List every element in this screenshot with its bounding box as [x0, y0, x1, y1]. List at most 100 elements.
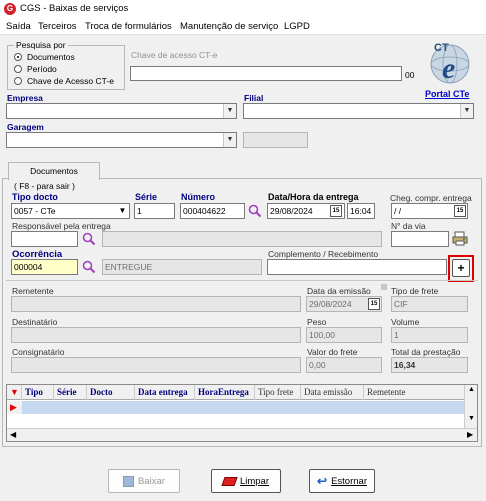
- horizontal-scrollbar[interactable]: ◀ ▶: [7, 428, 477, 441]
- data-entrega-value: 29/08/2024: [270, 206, 313, 216]
- scroll-down-icon[interactable]: ▼: [468, 415, 475, 422]
- col-tipo-frete[interactable]: Tipo frete: [255, 385, 301, 400]
- calendar-icon[interactable]: 15: [368, 298, 380, 310]
- table-row[interactable]: [22, 401, 464, 414]
- serie-label: Série: [135, 192, 158, 202]
- scroll-left-icon[interactable]: ◀: [10, 430, 16, 439]
- chave-suffix: 00: [405, 70, 415, 80]
- printer-icon[interactable]: [452, 230, 468, 246]
- total-prestacao-field: 16,34: [391, 357, 468, 373]
- scroll-right-icon[interactable]: ▶: [467, 430, 473, 439]
- radio-periodo-label: Período: [27, 64, 57, 74]
- tipo-docto-value: 0057 - CTe: [14, 206, 56, 216]
- garagem-label: Garagem: [7, 122, 44, 132]
- valor-frete-label: Valor do frete: [307, 347, 358, 357]
- save-icon: [123, 475, 135, 487]
- estornar-button[interactable]: ↩ Estornar: [309, 469, 375, 493]
- menu-saida[interactable]: Saída: [6, 21, 31, 32]
- complemento-input[interactable]: [267, 259, 447, 275]
- portal-cte-link[interactable]: Portal CTe: [425, 89, 469, 99]
- responsavel-name-field: [102, 231, 382, 247]
- empresa-select[interactable]: ▼: [6, 103, 237, 119]
- chave-acesso-label: Chave de acesso CT-e: [131, 50, 218, 60]
- radio-documentos-label: Documentos: [27, 52, 75, 62]
- search-icon[interactable]: [248, 204, 262, 218]
- calendar-icon[interactable]: 15: [330, 205, 342, 217]
- chevron-down-icon[interactable]: ▼: [116, 204, 129, 218]
- cheg-compr-label: Cheg. compr. entrega: [390, 193, 472, 203]
- limpar-button[interactable]: Limpar: [211, 469, 281, 493]
- title-bar: G CGS - Baixas de serviços: [0, 0, 486, 18]
- tipo-docto-select[interactable]: 0057 - CTe ▼: [11, 203, 130, 219]
- col-docto[interactable]: Docto: [87, 385, 135, 400]
- garagem-select[interactable]: ▼: [6, 132, 237, 148]
- complemento-label: Complemento / Recebimento: [268, 249, 379, 259]
- consignatario-label: Consignatário: [12, 347, 65, 357]
- col-hora-entrega[interactable]: HoraEntrega: [195, 385, 255, 400]
- filial-label: Filial: [244, 93, 264, 103]
- estornar-label: Estornar: [331, 475, 367, 487]
- menu-bar: Saída Terceiros Troca de formulários Man…: [0, 18, 486, 35]
- search-group-label: Pesquisa por: [14, 40, 68, 50]
- chevron-down-icon[interactable]: ▼: [223, 104, 236, 118]
- emissao-value: 29/08/2024: [309, 299, 352, 309]
- limpar-label: Limpar: [239, 475, 270, 487]
- documents-grid[interactable]: ▼ Tipo Série Docto Data entrega HoraEntr…: [6, 384, 478, 442]
- hora-entrega-input[interactable]: 16:04: [347, 203, 375, 219]
- chave-acesso-input[interactable]: [130, 66, 402, 81]
- search-icon[interactable]: [82, 232, 96, 246]
- numero-input[interactable]: 000404622: [180, 203, 245, 219]
- chevron-down-icon[interactable]: ▼: [460, 104, 473, 118]
- grid-header: ▼ Tipo Série Docto Data entrega HoraEntr…: [7, 385, 477, 400]
- menu-troca-formularios[interactable]: Troca de formulários: [85, 21, 172, 32]
- responsavel-label: Responsável pela entrega: [12, 221, 111, 231]
- col-data-entrega[interactable]: Data entrega: [135, 385, 195, 400]
- data-entrega-label: Data/Hora da entrega: [268, 192, 359, 202]
- empresa-label: Empresa: [7, 93, 43, 103]
- f8-hint: ( F8 - para sair ): [14, 181, 75, 191]
- scroll-up-icon[interactable]: ▲: [468, 386, 475, 393]
- tipo-frete-label: Tipo de frete: [391, 286, 439, 296]
- radio-chave-label: Chave de Acesso CT-e: [27, 76, 114, 86]
- remetente-field: [11, 296, 301, 312]
- menu-terceiros[interactable]: Terceiros: [38, 21, 77, 32]
- eraser-icon: [221, 476, 238, 486]
- menu-manutencao-servico[interactable]: Manutenção de serviço: [180, 21, 278, 32]
- valor-frete-field: 0,00: [306, 357, 382, 373]
- total-prestacao-label: Total da prestação: [391, 347, 461, 357]
- consignatario-field: [11, 357, 301, 373]
- divider: [6, 280, 478, 281]
- calendar-icon[interactable]: 15: [454, 205, 466, 217]
- add-button[interactable]: +: [452, 259, 470, 277]
- col-tipo[interactable]: Tipo: [22, 385, 54, 400]
- radio-periodo[interactable]: [14, 65, 22, 73]
- tipo-docto-label: Tipo docto: [12, 192, 58, 202]
- col-serie[interactable]: Série: [54, 385, 87, 400]
- serie-input[interactable]: 1: [134, 203, 175, 219]
- peso-label: Peso: [307, 317, 327, 327]
- ocorrencia-code-input[interactable]: 000004: [11, 259, 78, 275]
- numero-label: Número: [181, 192, 216, 202]
- radio-documentos[interactable]: [14, 53, 22, 61]
- volume-label: Volume: [391, 317, 420, 327]
- tipo-frete-field: CIF: [391, 296, 468, 312]
- cte-logo-e: e: [442, 52, 455, 85]
- menu-lgpd[interactable]: LGPD: [284, 21, 310, 32]
- col-remetente[interactable]: Remetente: [364, 385, 477, 400]
- filial-select[interactable]: ▼: [243, 103, 474, 119]
- emissao-label: Data da emissão: [307, 286, 371, 296]
- destinatario-label: Destinatário: [12, 317, 58, 327]
- tab-documentos[interactable]: Documentos: [8, 162, 100, 180]
- destinatario-field: [11, 327, 301, 343]
- radio-chave-acesso[interactable]: [14, 77, 22, 85]
- baixar-button[interactable]: Baixar: [108, 469, 180, 493]
- cheg-compr-value: / /: [394, 206, 402, 216]
- search-icon[interactable]: [82, 260, 96, 274]
- via-input[interactable]: [391, 231, 449, 247]
- chevron-down-icon[interactable]: ▼: [223, 133, 236, 147]
- window-title: CGS - Baixas de serviços: [20, 3, 129, 14]
- vertical-scrollbar[interactable]: ▲ ▼: [464, 385, 477, 428]
- via-label: N° da via: [391, 221, 426, 231]
- responsavel-code-input[interactable]: [11, 231, 78, 247]
- col-data-emissao[interactable]: Data emissão: [301, 385, 364, 400]
